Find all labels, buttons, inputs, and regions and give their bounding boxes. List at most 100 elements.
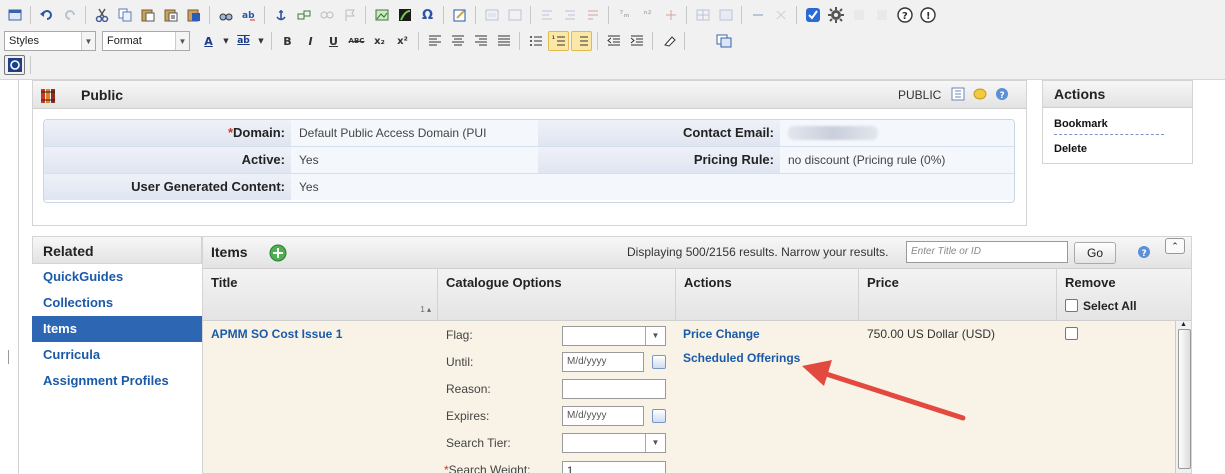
align-left-icon[interactable] — [424, 31, 445, 51]
numbered-list-2-icon[interactable] — [571, 31, 592, 51]
search-tier-select[interactable]: ▼ — [562, 433, 666, 453]
scrollbar-thumb[interactable] — [1178, 329, 1191, 469]
split-icon[interactable] — [660, 5, 681, 25]
reason-input[interactable] — [562, 379, 666, 399]
format-select[interactable]: Format ▼ — [102, 31, 190, 51]
box-icon[interactable] — [481, 5, 502, 25]
add-icon[interactable] — [269, 244, 287, 265]
column-title[interactable]: Title 1 ▴ — [203, 269, 438, 321]
flag-select[interactable]: ▼ — [562, 326, 666, 346]
unlink-icon[interactable] — [316, 5, 337, 25]
gear-icon[interactable] — [825, 5, 846, 25]
box2-icon[interactable] — [504, 5, 525, 25]
scroll-up-icon[interactable]: ▲ — [1180, 321, 1187, 328]
search-input[interactable]: Enter Title or ID — [906, 241, 1068, 263]
actions-title: Actions — [1043, 81, 1192, 108]
remove-checkbox[interactable] — [1065, 327, 1078, 340]
blank-icon-2[interactable] — [871, 5, 892, 25]
paste-word-icon[interactable] — [183, 5, 204, 25]
redacted-email — [788, 126, 878, 140]
until-date-input[interactable]: M/d/yyyy — [562, 352, 644, 372]
field-row: Active: Yes Pricing Rule: no discount (P… — [44, 147, 1014, 174]
bookmark-link[interactable]: Bookmark — [1054, 118, 1108, 130]
replace-icon[interactable]: ab — [238, 5, 259, 25]
list3-icon[interactable] — [582, 5, 603, 25]
bullet-list-icon[interactable] — [525, 31, 546, 51]
redo-icon[interactable] — [59, 5, 80, 25]
related-item-quickguides[interactable]: QuickGuides — [32, 264, 202, 290]
ugc-label: User Generated Content: — [44, 174, 291, 200]
paste-icon[interactable] — [137, 5, 158, 25]
edit-icon[interactable] — [449, 5, 470, 25]
flag-icon[interactable] — [339, 5, 360, 25]
special-char-icon[interactable]: Ω — [417, 5, 438, 25]
chevron-down-icon[interactable]: ▼ — [221, 31, 231, 51]
item-title-link[interactable]: APMM SO Cost Issue 1 — [211, 327, 342, 341]
select-all-checkbox[interactable] — [1065, 299, 1078, 312]
cut-icon[interactable] — [91, 5, 112, 25]
image-icon[interactable] — [371, 5, 392, 25]
comment-icon[interactable] — [973, 87, 987, 104]
delete-link[interactable]: Delete — [1054, 143, 1087, 155]
blank-icon-1[interactable] — [848, 5, 869, 25]
search-weight-input[interactable]: 1 — [562, 461, 666, 473]
until-label: Until: — [446, 355, 474, 369]
list2-icon[interactable] — [559, 5, 580, 25]
highlight-icon[interactable]: ab — [233, 31, 254, 51]
go-button[interactable]: Go — [1074, 242, 1116, 264]
eraser-icon[interactable] — [658, 31, 679, 51]
paste-text-icon[interactable] — [160, 5, 181, 25]
page-icon[interactable] — [951, 87, 965, 104]
line-icon[interactable] — [747, 5, 768, 25]
list-icon[interactable] — [536, 5, 557, 25]
calendar-icon[interactable] — [652, 409, 666, 423]
calendar-icon[interactable] — [652, 355, 666, 369]
align-right-icon[interactable] — [470, 31, 491, 51]
copy-icon[interactable] — [114, 5, 135, 25]
related-item-collections[interactable]: Collections — [32, 290, 202, 316]
info-icon[interactable]: ! — [917, 5, 938, 25]
underline-button[interactable]: U — [323, 31, 344, 51]
refresh-icon[interactable] — [4, 55, 25, 75]
anchor-icon[interactable] — [270, 5, 291, 25]
chevron-down-icon: ▼ — [81, 32, 95, 50]
grid-icon[interactable] — [692, 5, 713, 25]
find-icon[interactable] — [215, 5, 236, 25]
subscript-button[interactable]: x₂ — [369, 31, 390, 51]
bold-button[interactable]: B — [277, 31, 298, 51]
help-icon[interactable]: ? — [995, 87, 1009, 104]
source-icon[interactable] — [4, 5, 25, 25]
strikethrough-button[interactable]: ABC — [346, 31, 367, 51]
related-item-items[interactable]: Items — [32, 316, 202, 342]
indent-icon[interactable] — [626, 31, 647, 51]
align-center-icon[interactable] — [447, 31, 468, 51]
related-item-assignment-profiles[interactable]: Assignment Profiles — [32, 368, 202, 394]
chevron-down-icon[interactable]: ▼ — [256, 31, 266, 51]
align-justify-icon[interactable] — [493, 31, 514, 51]
blank-icon-3[interactable] — [690, 31, 711, 51]
link-icon[interactable] — [293, 5, 314, 25]
check-icon[interactable] — [802, 5, 823, 25]
vertical-scrollbar[interactable]: ▲ — [1175, 321, 1191, 473]
grid2-icon[interactable] — [715, 5, 736, 25]
help-icon[interactable]: ? — [894, 5, 915, 25]
superscript-button[interactable]: x² — [392, 31, 413, 51]
italic-button[interactable]: I — [300, 31, 321, 51]
undo-icon[interactable] — [36, 5, 57, 25]
template-icon[interactable] — [713, 31, 734, 51]
outdent-icon[interactable] — [603, 31, 624, 51]
expires-date-input[interactable]: M/d/yyyy — [562, 406, 644, 426]
styles-select[interactable]: Styles ▼ — [4, 31, 96, 51]
price-change-link[interactable]: Price Change — [683, 327, 760, 341]
svg-text:?: ? — [902, 11, 908, 22]
collapse-icon[interactable]: ⌃ — [1165, 238, 1185, 254]
related-item-curricula[interactable]: Curricula — [32, 342, 202, 368]
sup-icon[interactable]: ⁿ² — [637, 5, 658, 25]
numbered-list-icon[interactable]: 1 — [548, 31, 569, 51]
resize-grip[interactable] — [8, 350, 9, 364]
flash-icon[interactable] — [394, 5, 415, 25]
close-grey-icon[interactable] — [770, 5, 791, 25]
help-icon[interactable]: ? — [1137, 245, 1151, 262]
sub-icon[interactable]: ⁷ₘ — [614, 5, 635, 25]
font-color-icon[interactable]: A — [198, 31, 219, 51]
